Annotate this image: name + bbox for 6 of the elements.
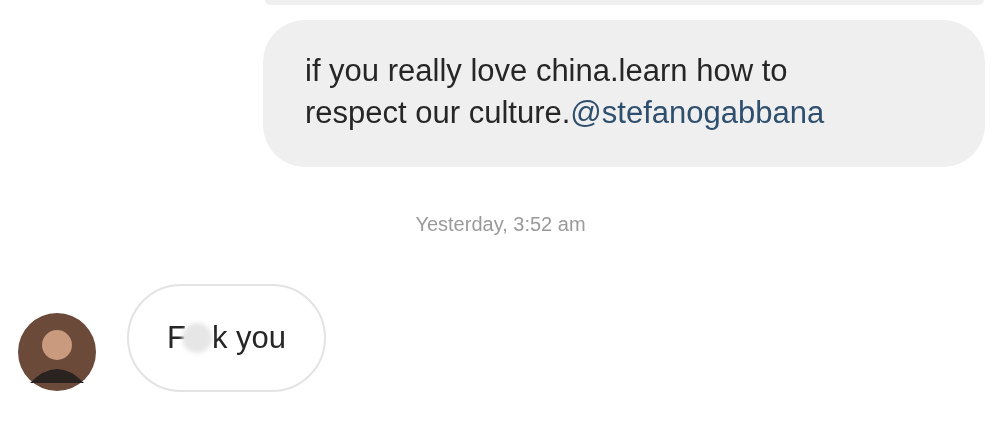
timestamp: Yesterday, 3:52 am	[415, 213, 586, 236]
message-text: F	[167, 320, 186, 356]
avatar-icon	[18, 313, 96, 391]
mention-link[interactable]: @stefanogabbana	[570, 95, 825, 130]
message-text: k you	[211, 320, 287, 356]
message-bubble: if you really love china.learn how to respect our culture.@stefanogabbana	[263, 20, 985, 167]
